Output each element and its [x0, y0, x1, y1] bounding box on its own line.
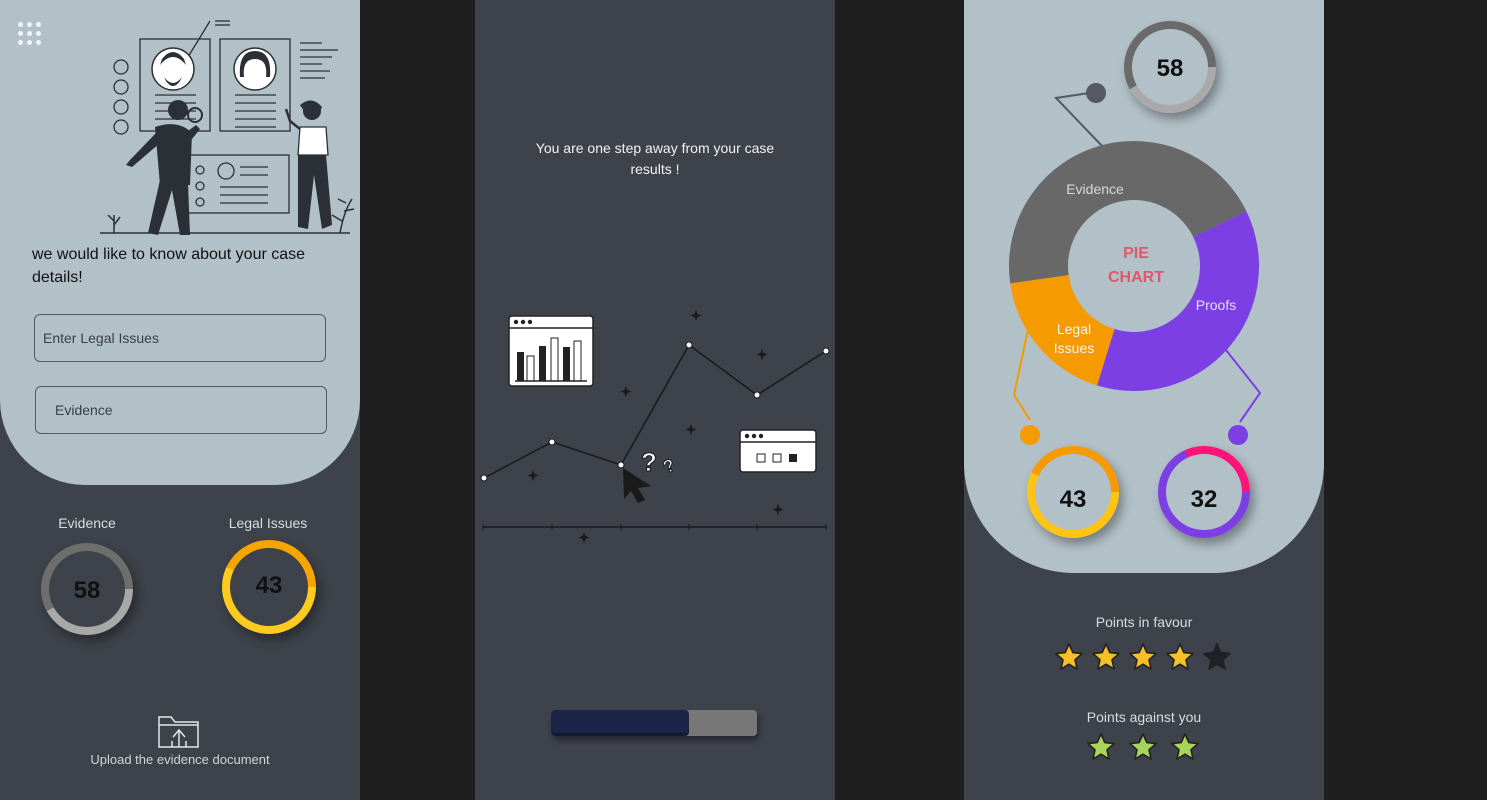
- legal-issues-result-value: 43: [1059, 486, 1087, 513]
- loading-message: You are one step away from your case res…: [535, 140, 775, 177]
- investigation-illustration: [100, 20, 355, 235]
- star-filled-icon: [1129, 643, 1157, 670]
- legal-issues-value: 43: [255, 572, 283, 599]
- svg-text:?: ?: [641, 447, 657, 477]
- points-in-favour-label: Points in favour: [1095, 614, 1193, 630]
- pie-chart-center-label: PIE CHART: [1108, 245, 1164, 286]
- proofs-result-value: 32: [1190, 486, 1218, 513]
- evidence-value: 58: [73, 577, 101, 604]
- apps-grid-icon[interactable]: [18, 22, 44, 48]
- pie-label-proofs: Proofs: [1195, 297, 1237, 313]
- star-filled-icon: [1055, 643, 1083, 670]
- star-filled-icon: [1166, 643, 1194, 670]
- upload-folder-icon[interactable]: [157, 713, 201, 749]
- loading-screen: You are one step away from your case res…: [475, 0, 835, 800]
- points-in-favour-rating: [1054, 642, 1239, 672]
- pie-label-legal-issues: Legal Issues: [1053, 321, 1095, 356]
- legal-issues-input[interactable]: [34, 314, 326, 362]
- points-against-label: Points against you: [1086, 709, 1202, 725]
- legal-issues-stat-label: Legal Issues: [228, 515, 308, 531]
- points-against-rating: [1086, 732, 1212, 762]
- analytics-illustration: ? ?: [480, 310, 830, 543]
- pie-label-evidence: Evidence: [1066, 181, 1124, 197]
- loading-progress-fill: [551, 710, 690, 736]
- svg-text:?: ?: [660, 455, 678, 478]
- bar-chart-window-icon: [508, 315, 594, 387]
- intro-text: we would like to know about your case de…: [32, 246, 306, 286]
- case-results-screen: 58 PIE CHART Evidence Proofs Legal Issue…: [964, 0, 1324, 800]
- loading-progress-bar: [551, 710, 757, 736]
- upload-evidence-link[interactable]: Upload the evidence document: [60, 752, 300, 767]
- overall-score-value: 58: [1156, 55, 1184, 82]
- star-green-icon: [1171, 733, 1199, 760]
- case-details-screen: we would like to know about your case de…: [0, 0, 360, 800]
- star-green-icon: [1087, 733, 1115, 760]
- evidence-input[interactable]: [35, 386, 327, 434]
- star-empty-icon: [1203, 643, 1231, 670]
- window-icon: [739, 429, 817, 473]
- star-filled-icon: [1092, 643, 1120, 670]
- star-green-icon: [1129, 733, 1157, 760]
- evidence-stat-label: Evidence: [58, 515, 116, 531]
